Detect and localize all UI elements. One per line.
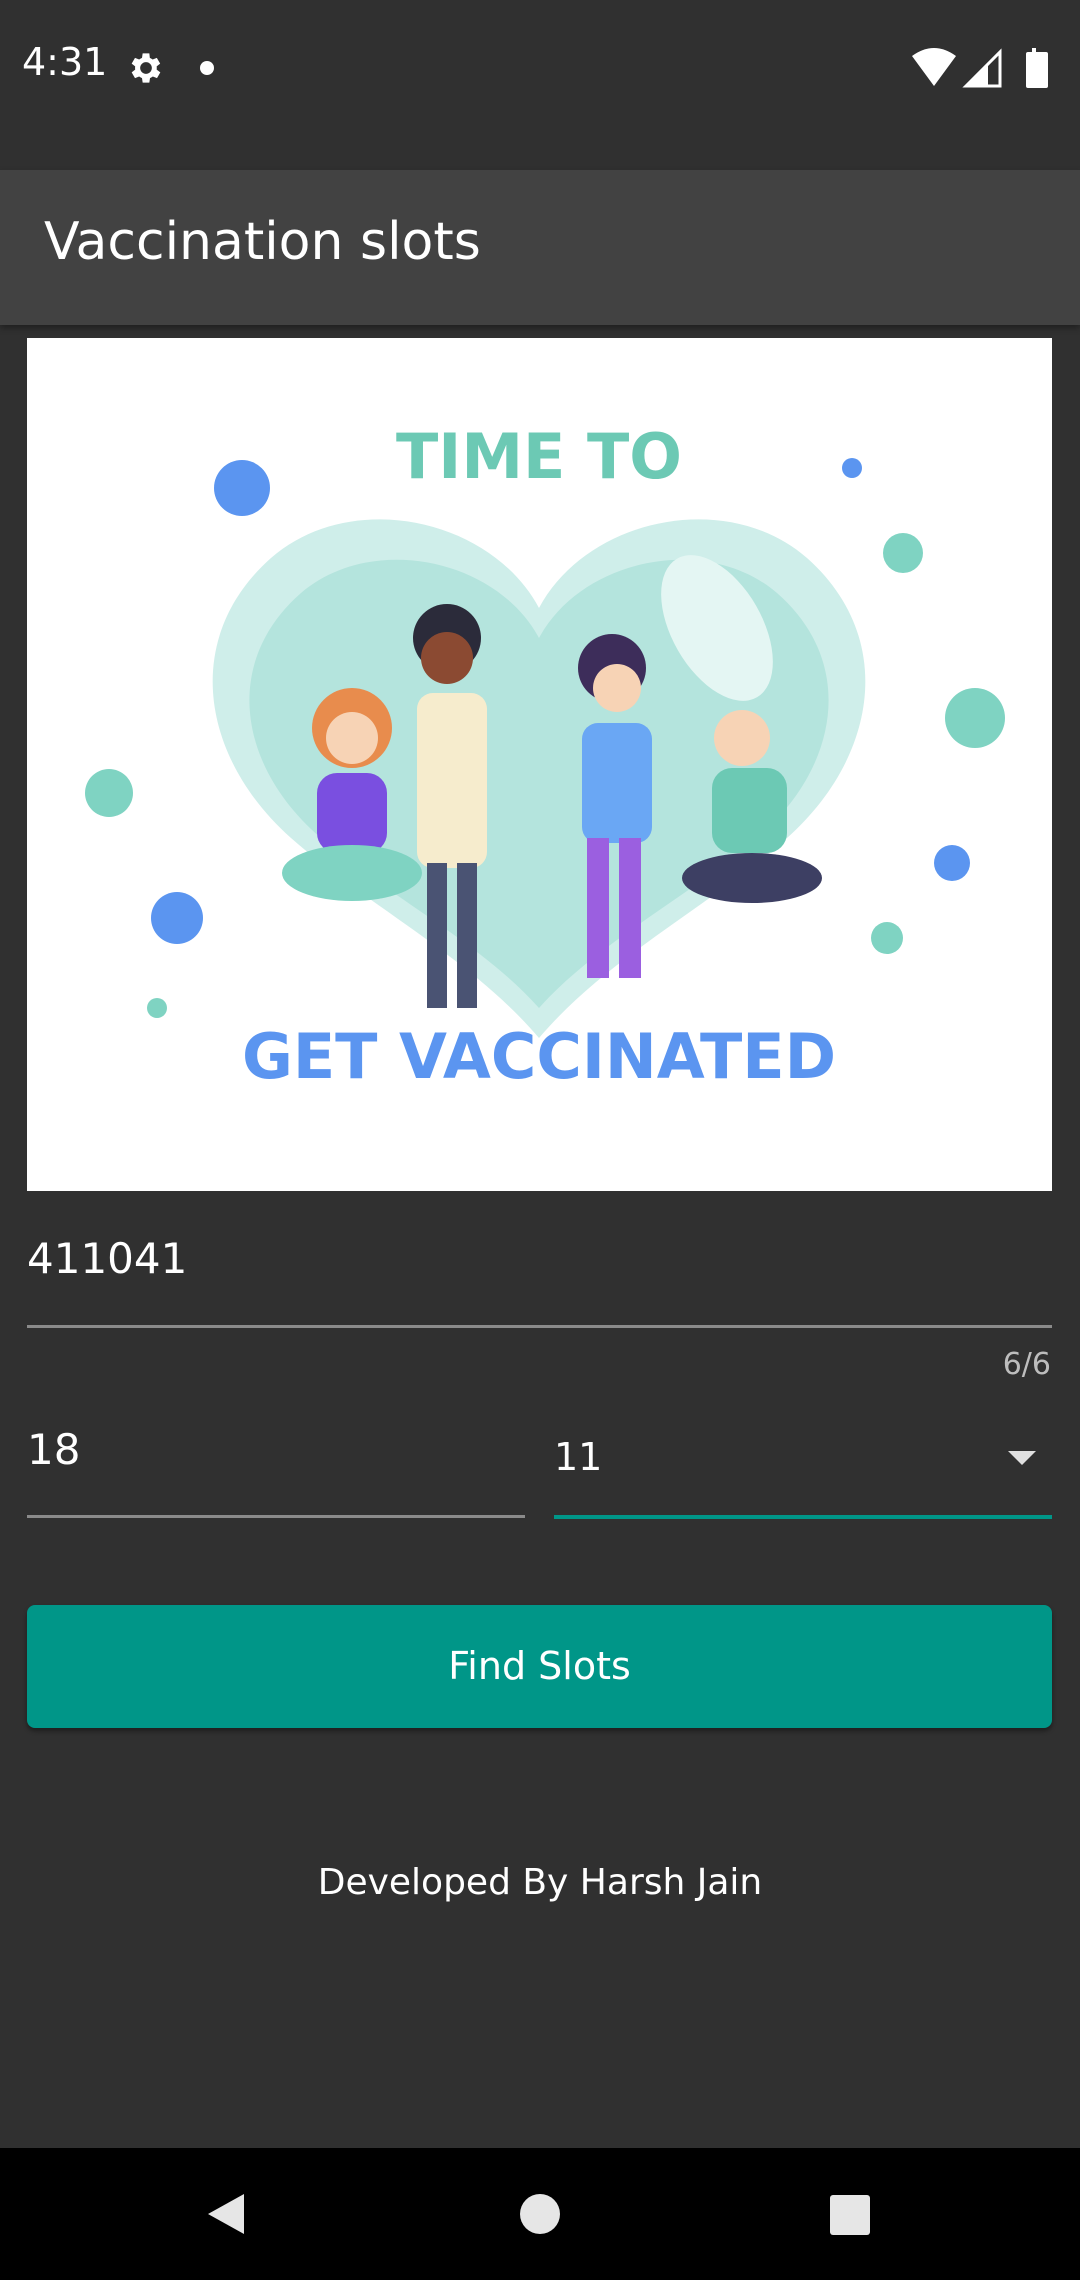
page-title: Vaccination slots [44, 212, 481, 272]
gear-icon [126, 48, 166, 88]
app-screen: 4:31 Vaccination slots TIME TO GET VACCI… [0, 0, 1080, 2280]
battery-icon [1026, 48, 1048, 88]
system-navigation-bar [0, 2148, 1080, 2280]
age-input[interactable]: 18 [27, 1405, 525, 1518]
banner-headline-top: TIME TO [396, 420, 682, 493]
find-slots-button[interactable]: Find Slots [27, 1605, 1052, 1728]
signal-icon [962, 48, 1002, 88]
vaccination-banner-image: TIME TO GET VACCINATED [27, 338, 1052, 1191]
recents-icon[interactable] [830, 2195, 870, 2235]
status-time: 4:31 [22, 40, 108, 84]
status-bar: 4:31 [0, 0, 1080, 138]
app-bar: Vaccination slots [0, 170, 1080, 325]
pincode-input[interactable]: 411041 [27, 1210, 1052, 1328]
age-value: 18 [27, 1425, 81, 1474]
dropdown-arrow-icon [1008, 1451, 1036, 1465]
dose-selected-value: 11 [554, 1435, 603, 1479]
pincode-character-counter: 6/6 [1002, 1347, 1051, 1382]
banner-headline-bottom: GET VACCINATED [242, 1020, 836, 1093]
back-icon[interactable] [206, 2192, 246, 2236]
notification-dot-icon [200, 61, 214, 75]
status-indicators [910, 46, 1060, 92]
developer-credit: Developed By Harsh Jain [317, 1862, 763, 1903]
dose-dropdown[interactable]: 11 [554, 1405, 1052, 1519]
wifi-icon [912, 48, 956, 86]
pincode-value: 411041 [27, 1234, 188, 1283]
home-icon[interactable] [520, 2194, 560, 2234]
